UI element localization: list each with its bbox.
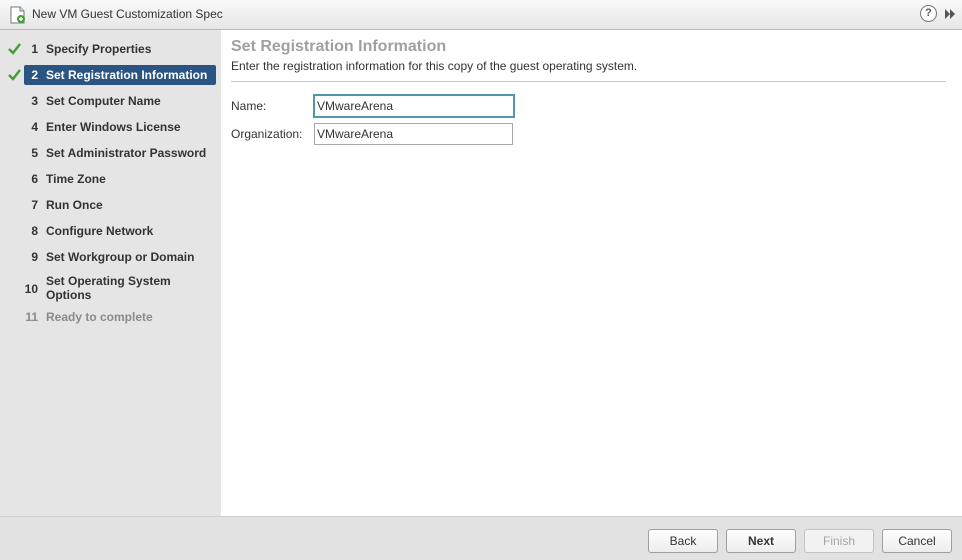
back-button[interactable]: Back xyxy=(648,529,718,553)
step-number: 11 xyxy=(25,310,38,324)
step-label: Specify Properties xyxy=(46,42,152,56)
cancel-button[interactable]: Cancel xyxy=(882,529,952,553)
step-number: 1 xyxy=(31,42,38,56)
step-number: 7 xyxy=(31,198,38,212)
step-ready-to-complete: 11 Ready to complete xyxy=(24,307,216,327)
step-number: 2 xyxy=(31,68,38,82)
step-set-administrator-password[interactable]: 5 Set Administrator Password xyxy=(24,143,216,163)
step-set-computer-name[interactable]: 3 Set Computer Name xyxy=(24,91,216,111)
step-time-zone[interactable]: 6 Time Zone xyxy=(24,169,216,189)
step-label: Set Computer Name xyxy=(46,94,161,108)
page-description: Enter the registration information for t… xyxy=(231,59,638,73)
wizard-content-pane: Set Registration Information Enter the r… xyxy=(221,30,962,516)
step-label: Configure Network xyxy=(46,224,154,238)
step-label: Set Administrator Password xyxy=(46,146,207,160)
wizard-steps-nav: 1 Specify Properties 2 Set Registration … xyxy=(0,30,221,516)
expand-icon[interactable] xyxy=(943,7,957,21)
step-number: 10 xyxy=(24,282,38,296)
step-number: 6 xyxy=(31,172,38,186)
step-enter-windows-license[interactable]: 4 Enter Windows License xyxy=(24,117,216,137)
step-set-operating-system-options[interactable]: 10 Set Operating System Options xyxy=(24,273,216,303)
name-label: Name: xyxy=(231,99,267,113)
step-number: 8 xyxy=(31,224,38,238)
step-label: Set Workgroup or Domain xyxy=(46,250,195,264)
step-number: 9 xyxy=(31,250,38,264)
organization-input[interactable] xyxy=(314,123,513,145)
step-number: 4 xyxy=(31,120,38,134)
step-label: Enter Windows License xyxy=(46,120,181,134)
step-run-once[interactable]: 7 Run Once xyxy=(24,195,216,215)
wizard-footer: Back Next Finish Cancel xyxy=(0,516,962,560)
step-label: Set Registration Information xyxy=(46,68,208,82)
finish-button: Finish xyxy=(804,529,874,553)
step-set-workgroup-or-domain[interactable]: 9 Set Workgroup or Domain xyxy=(24,247,216,267)
next-button[interactable]: Next xyxy=(726,529,796,553)
step-configure-network[interactable]: 8 Configure Network xyxy=(24,221,216,241)
name-input[interactable] xyxy=(313,94,515,118)
step-specify-properties[interactable]: 1 Specify Properties xyxy=(24,39,216,59)
step-2-check-icon xyxy=(8,69,21,81)
divider xyxy=(231,81,946,82)
step-set-registration-information[interactable]: 2 Set Registration Information xyxy=(24,65,216,85)
page-title: Set Registration Information xyxy=(231,38,447,55)
step-label: Set Operating System Options xyxy=(46,274,171,302)
window-title: New VM Guest Customization Spec xyxy=(32,7,223,21)
organization-label: Organization: xyxy=(231,127,303,141)
help-button[interactable]: ? xyxy=(920,5,937,22)
step-label: Run Once xyxy=(46,198,103,212)
new-spec-icon xyxy=(10,6,25,24)
step-label: Time Zone xyxy=(46,172,106,186)
step-number: 3 xyxy=(31,94,38,108)
window-titlebar: New VM Guest Customization Spec ? xyxy=(0,0,962,30)
step-label: Ready to complete xyxy=(46,310,153,324)
step-number: 5 xyxy=(31,146,38,160)
step-1-check-icon xyxy=(8,43,21,55)
